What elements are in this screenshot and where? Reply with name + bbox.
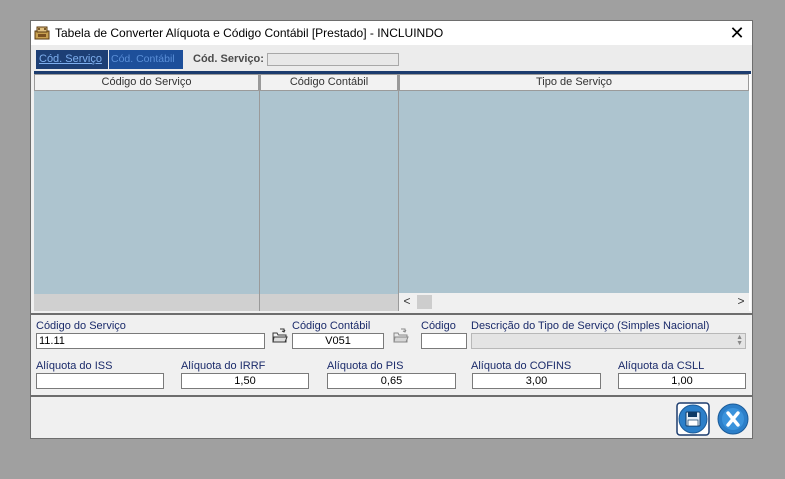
aliquota-csll-input[interactable]	[618, 373, 746, 389]
descricao-label: Descrição do Tipo de Serviço (Simples Na…	[471, 320, 710, 332]
tab-cod-contabil[interactable]: Cód. Contábil	[109, 50, 183, 69]
search-label: Cód. Serviço:	[193, 53, 264, 65]
aliquota-irrf-input[interactable]	[181, 373, 309, 389]
codigo-contabil-input[interactable]	[292, 333, 384, 349]
tab-cod-servico[interactable]: Cód. Serviço	[36, 50, 108, 69]
window-title: Tabela de Converter Alíquota e Código Co…	[55, 26, 444, 40]
aliquota-pis-label: Alíquota do PIS	[327, 360, 404, 372]
aliquota-cofins-input[interactable]	[472, 373, 601, 389]
save-icon	[685, 411, 701, 427]
data-grid[interactable]: Código do Serviço Código Contábil Tipo d…	[34, 74, 751, 311]
scroll-thumb[interactable]	[417, 295, 432, 309]
aliquota-csll-label: Alíquota da CSLL	[618, 360, 705, 372]
close-icon: ✕	[729, 23, 745, 43]
lookup-folder-icon[interactable]	[392, 328, 410, 344]
column-footer	[260, 294, 398, 311]
column-header-codigo-servico[interactable]: Código do Serviço	[34, 74, 259, 91]
scroll-left-icon[interactable]: <	[399, 293, 415, 311]
horizontal-scrollbar[interactable]: < >	[399, 293, 749, 311]
cancel-button[interactable]	[716, 402, 750, 436]
column-header-codigo-contabil[interactable]: Código Contábil	[260, 74, 398, 91]
codigo-input[interactable]	[421, 333, 467, 349]
aliquota-iss-input[interactable]	[36, 373, 164, 389]
toolbar: Cód. Serviço Cód. Contábil Cód. Serviço:	[31, 45, 752, 71]
search-input[interactable]	[267, 53, 399, 66]
aliquota-cofins-label: Alíquota do COFINS	[471, 360, 572, 372]
codigo-contabil-label: Código Contábil	[292, 320, 371, 332]
grid-column-codigo-contabil: Código Contábil	[260, 74, 399, 311]
lookup-folder-icon[interactable]	[271, 328, 289, 344]
app-icon	[34, 26, 50, 40]
dialog-window: Tabela de Converter Alíquota e Código Co…	[30, 20, 753, 439]
grid-column-tipo-servico: Tipo de Serviço	[399, 74, 749, 311]
column-footer	[34, 294, 259, 311]
scroll-right-icon[interactable]: >	[733, 293, 749, 311]
aliquota-pis-input[interactable]	[327, 373, 456, 389]
codigo-label: Código	[421, 320, 456, 332]
codigo-servico-input[interactable]	[36, 333, 265, 349]
descricao-select: ▲ ▼	[471, 333, 746, 349]
aliquota-irrf-label: Alíquota do IRRF	[181, 360, 266, 372]
grid-column-codigo-servico: Código do Serviço	[34, 74, 260, 311]
title-bar: Tabela de Converter Alíquota e Código Co…	[31, 21, 752, 45]
aliquota-iss-label: Alíquota do ISS	[36, 360, 113, 372]
codigo-servico-label: Código do Serviço	[36, 320, 126, 332]
grid-divider	[31, 313, 752, 315]
close-button[interactable]: ✕	[722, 21, 752, 45]
spin-arrows-icon: ▲ ▼	[736, 334, 743, 347]
form-divider	[31, 395, 752, 397]
save-button[interactable]	[676, 402, 710, 436]
column-header-tipo-servico[interactable]: Tipo de Serviço	[399, 74, 749, 91]
